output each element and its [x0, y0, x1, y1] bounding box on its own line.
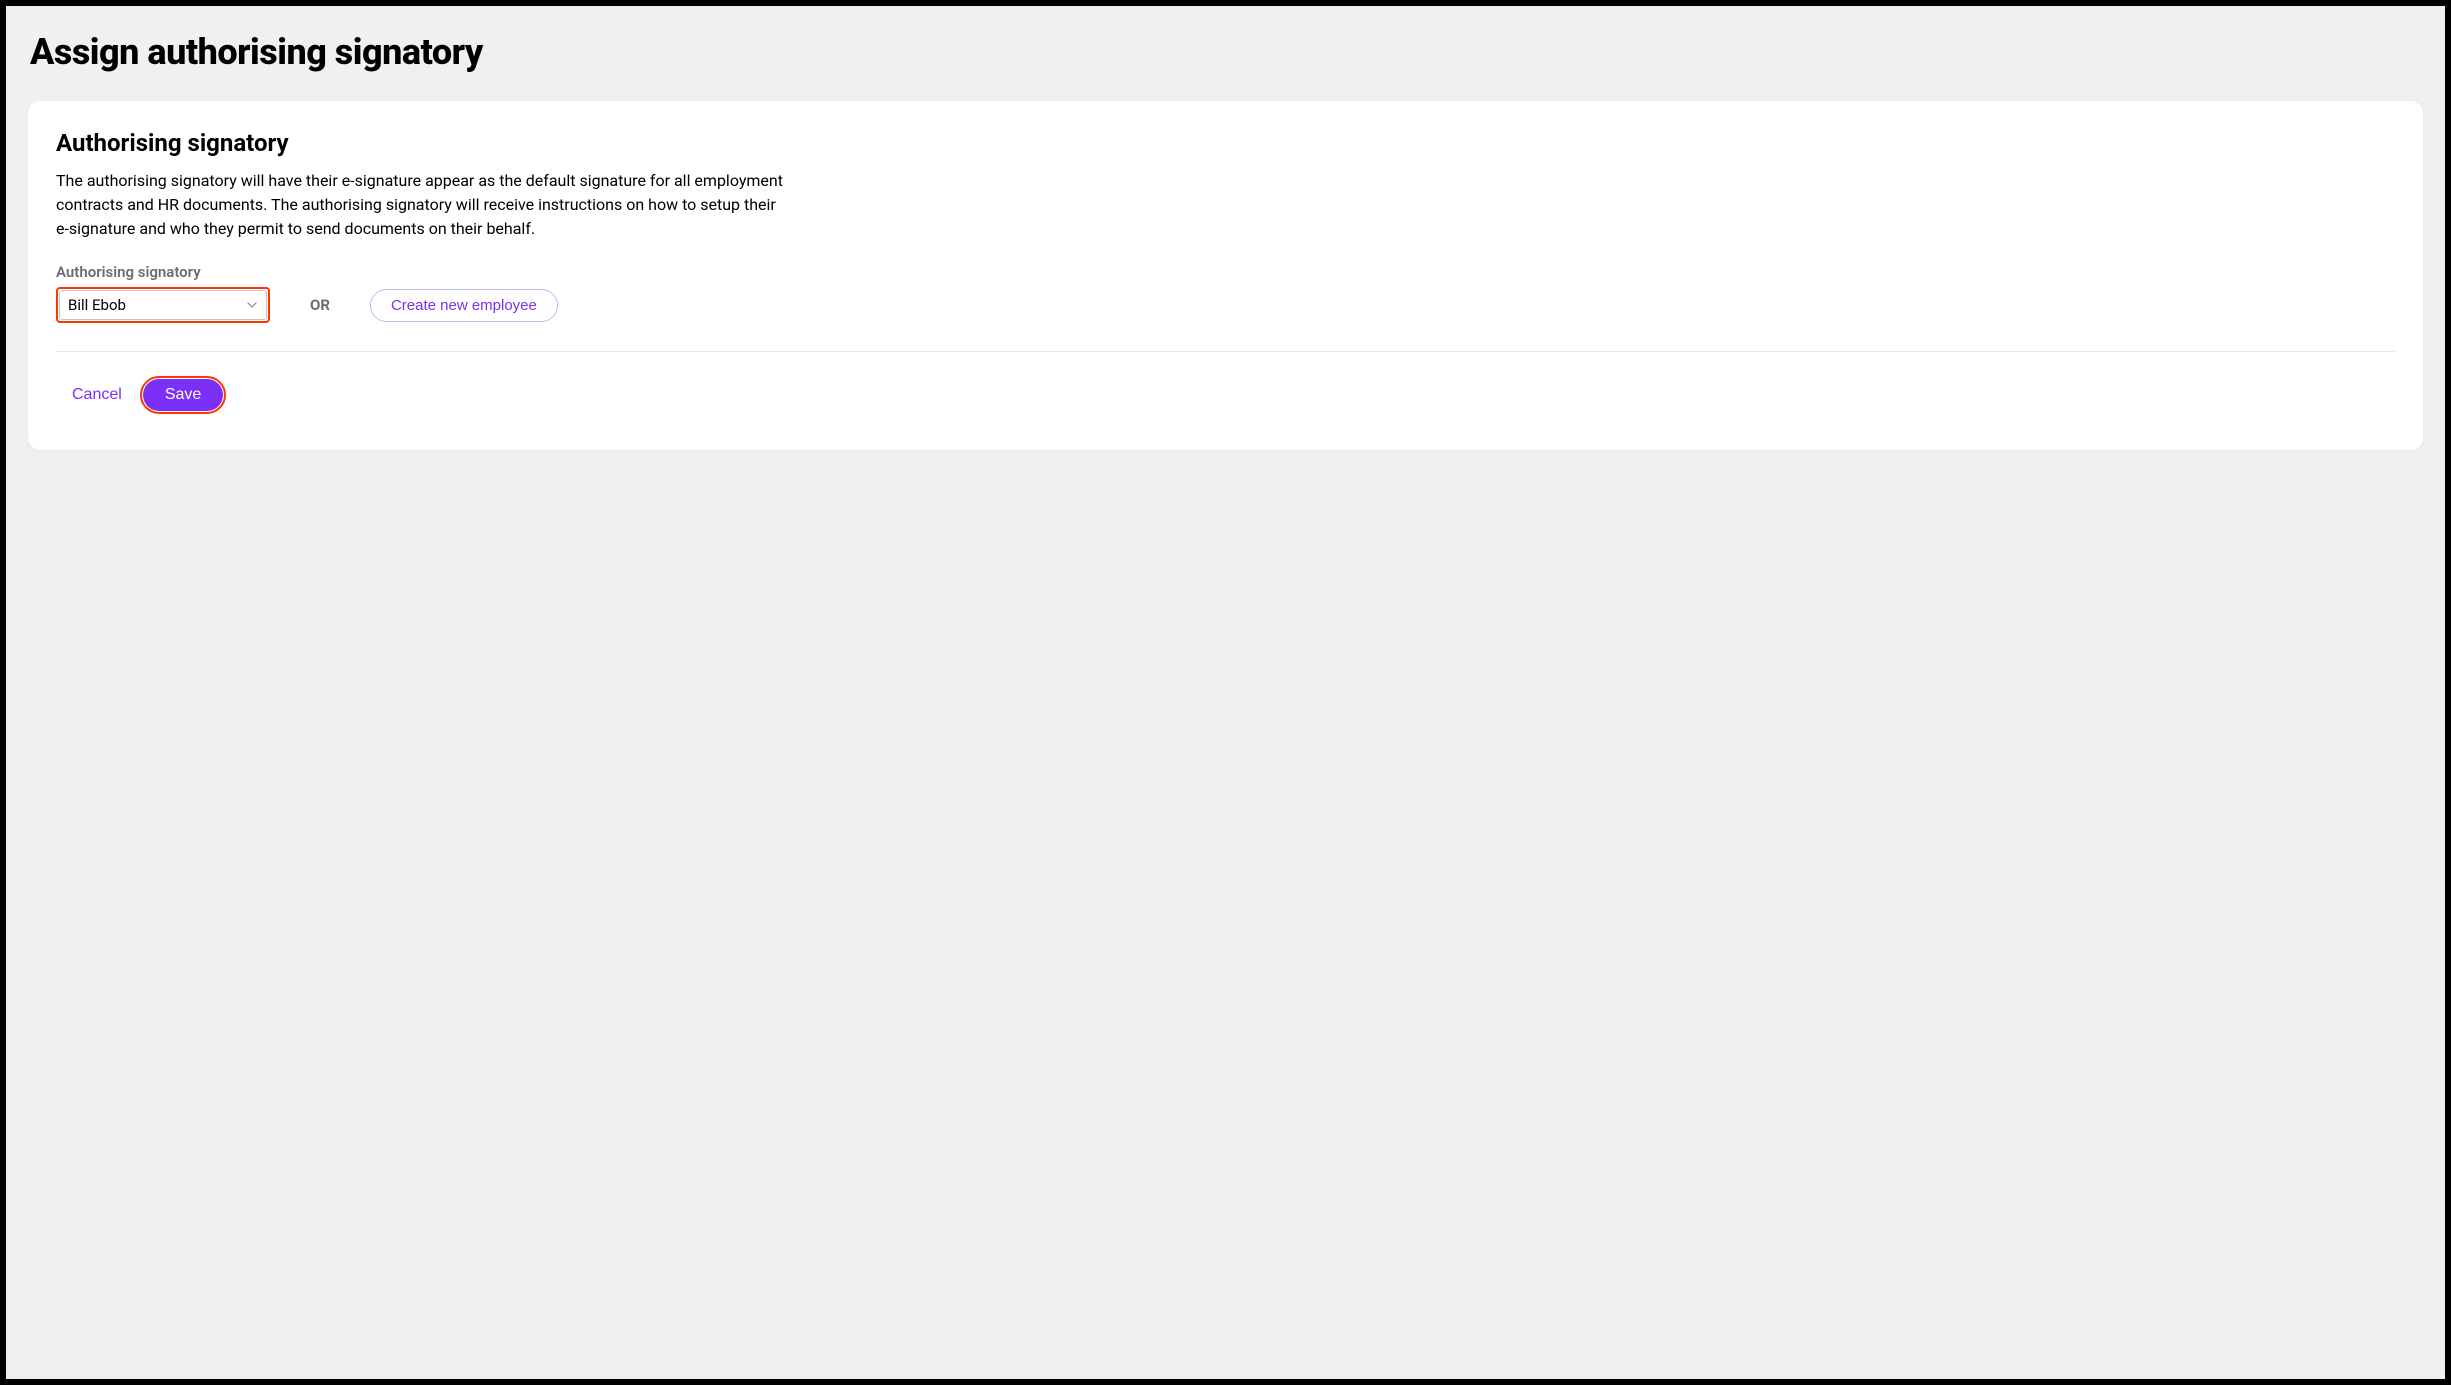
signatory-card: Authorising signatory The authorising si… — [28, 101, 2423, 450]
save-button-highlight: Save — [140, 376, 226, 414]
or-label: OR — [310, 296, 330, 314]
signatory-select-value: Bill Ebob — [68, 296, 126, 314]
actions-row: Cancel Save — [56, 376, 2395, 414]
signatory-select[interactable]: Bill Ebob — [56, 287, 270, 323]
cancel-button[interactable]: Cancel — [72, 386, 122, 404]
chevron-down-icon — [246, 299, 258, 311]
signatory-field-label: Authorising signatory — [56, 263, 2395, 281]
card-heading: Authorising signatory — [56, 129, 2395, 157]
page-title: Assign authorising signatory — [30, 31, 2423, 73]
signatory-row: Bill Ebob OR Create new employee — [56, 287, 2395, 323]
save-button[interactable]: Save — [143, 379, 223, 411]
create-new-employee-button[interactable]: Create new employee — [370, 289, 558, 322]
card-description: The authorising signatory will have thei… — [56, 169, 786, 241]
divider — [56, 351, 2395, 352]
